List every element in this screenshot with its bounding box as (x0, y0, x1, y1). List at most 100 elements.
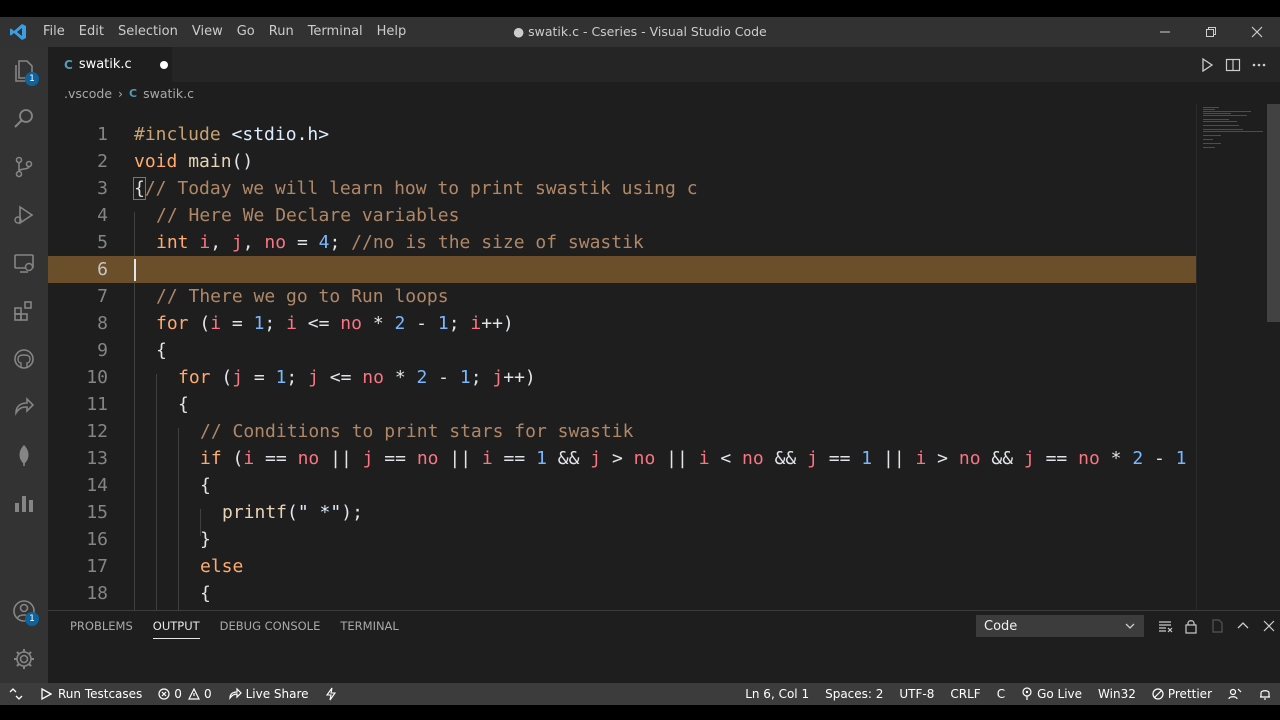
menu-edit[interactable]: Edit (72, 17, 111, 47)
code-line[interactable]: 5 int i, j, no = 4; //no is the size of … (48, 229, 1196, 256)
menu-help[interactable]: Help (370, 17, 414, 47)
search-icon (14, 109, 33, 128)
split-editor-icon (1225, 58, 1241, 71)
vscode-window: File Edit Selection View Go Run Terminal… (0, 17, 1280, 705)
lightning-button[interactable] (317, 683, 345, 705)
close-window-button[interactable] (1234, 17, 1280, 47)
close-panel-button[interactable] (1256, 615, 1280, 637)
bottom-panel: PROBLEMS OUTPUT DEBUG CONSOLE TERMINAL C… (48, 610, 1280, 684)
run-code-button[interactable] (1194, 52, 1220, 78)
remote-indicator-button[interactable] (0, 683, 32, 705)
line-number: 18 (86, 583, 108, 604)
live-share-button[interactable] (0, 383, 48, 431)
line-number: 3 (97, 178, 108, 199)
breadcrumb-file[interactable]: swatik.c (143, 86, 194, 101)
minimap-line (1203, 107, 1219, 108)
lock-icon (1185, 620, 1197, 634)
code-line[interactable]: 15 printf(" *"); (48, 499, 1196, 526)
scrollbar-thumb[interactable] (1267, 104, 1280, 322)
code-line[interactable]: 3 {// Today we will learn how to print s… (48, 175, 1196, 202)
menu-bar: File Edit Selection View Go Run Terminal… (36, 17, 413, 47)
error-icon (158, 688, 170, 700)
github-button[interactable] (0, 335, 48, 383)
platform[interactable]: Win32 (1090, 683, 1144, 705)
vertical-scrollbar[interactable] (1266, 104, 1280, 610)
problems-status-button[interactable]: 0 0 (150, 683, 219, 705)
warning-count: 0 (203, 687, 212, 701)
live-share-status-button[interactable]: Live Share (220, 683, 317, 705)
extensions-button[interactable] (0, 287, 48, 335)
code-line[interactable]: 2 void main() (48, 148, 1196, 175)
output-channel-select[interactable]: Code (976, 615, 1144, 637)
run-testcases-button[interactable]: Run Testcases (32, 683, 150, 705)
code-line[interactable]: 7 // There we go to Run loops (48, 283, 1196, 310)
explorer-button[interactable]: 1 (0, 47, 48, 95)
tab-output[interactable]: OUTPUT (152, 611, 200, 641)
code-line[interactable]: 10 for (j = 1; j <= no * 2 - 1; j ++) (48, 364, 1196, 391)
code-line[interactable]: 8 for (i = 1; i <= no * 2 - 1; i ++) (48, 310, 1196, 337)
code-line[interactable]: 12 // Conditions to print stars for swas… (48, 418, 1196, 445)
line-number: 4 (97, 205, 108, 226)
code-editor[interactable]: 1 #include <stdio.h> 2 void main() 3 {//… (48, 104, 1196, 610)
language-mode[interactable]: C (989, 683, 1013, 705)
minimap[interactable] (1196, 104, 1267, 610)
c-file-icon: C (129, 86, 138, 100)
restore-button[interactable] (1188, 17, 1234, 47)
end-of-line[interactable]: CRLF (942, 683, 988, 705)
cursor-position[interactable]: Ln 6, Col 1 (737, 683, 817, 705)
clear-output-button[interactable] (1152, 615, 1178, 637)
split-editor-button[interactable] (1220, 52, 1246, 78)
minimap-line (1203, 147, 1215, 148)
tab-terminal[interactable]: TERMINAL (340, 611, 398, 641)
menu-selection[interactable]: Selection (111, 17, 185, 47)
encoding[interactable]: UTF-8 (891, 683, 942, 705)
code-line[interactable]: 9 { (48, 337, 1196, 364)
output-channel-value: Code (984, 618, 1018, 634)
tab-swatik-c[interactable]: C swatik.c (48, 47, 172, 82)
menu-run[interactable]: Run (262, 17, 301, 47)
source-control-button[interactable] (0, 143, 48, 191)
maximize-panel-button[interactable] (1230, 615, 1256, 637)
more-icon (1252, 63, 1266, 66)
prettier-button[interactable]: Prettier (1144, 683, 1220, 705)
menu-view[interactable]: View (185, 17, 230, 47)
indentation[interactable]: Spaces: 2 (817, 683, 891, 705)
menu-terminal[interactable]: Terminal (301, 17, 370, 47)
code-line[interactable]: 11 { (48, 391, 1196, 418)
more-actions-button[interactable] (1246, 52, 1272, 78)
breadcrumb: .vscode › C swatik.c (48, 82, 1280, 104)
tab-debug-console[interactable]: DEBUG CONSOLE (220, 611, 321, 641)
code-line[interactable]: 1 #include <stdio.h> (48, 121, 1196, 148)
code-line[interactable]: 13 if (i == no || j == no || i == 1 && j… (48, 445, 1196, 472)
minimap-line (1203, 129, 1243, 130)
minimize-button[interactable] (1142, 17, 1188, 47)
notifications-button[interactable] (1250, 683, 1280, 705)
code-line[interactable]: 16 } (48, 526, 1196, 553)
run-debug-button[interactable] (0, 191, 48, 239)
open-in-editor-button[interactable] (1204, 615, 1230, 637)
analytics-button[interactable] (0, 479, 48, 527)
line-number: 9 (97, 340, 108, 361)
mongodb-button[interactable] (0, 431, 48, 479)
accounts-button[interactable]: 1 (0, 587, 48, 635)
chevron-right-icon: › (118, 85, 124, 101)
go-live-button[interactable]: Go Live (1013, 683, 1090, 705)
tab-problems[interactable]: PROBLEMS (70, 611, 133, 641)
menu-file[interactable]: File (36, 17, 72, 47)
feedback-button[interactable] (1220, 683, 1250, 705)
search-button[interactable] (0, 95, 48, 143)
minimap-line (1203, 119, 1229, 120)
remote-explorer-button[interactable] (0, 239, 48, 287)
breadcrumb-folder[interactable]: .vscode (64, 86, 112, 101)
manage-button[interactable] (0, 635, 48, 683)
code-line[interactable]: 17 else (48, 553, 1196, 580)
code-line[interactable]: 14 { (48, 472, 1196, 499)
clear-output-icon (1159, 621, 1173, 633)
menu-go[interactable]: Go (230, 17, 262, 47)
unsaved-dot-icon[interactable] (159, 60, 168, 69)
warning-icon (187, 688, 200, 700)
lock-scroll-button[interactable] (1178, 615, 1204, 637)
current-code-line[interactable]: 6 (48, 256, 1196, 283)
code-line[interactable]: 4 // Here We Declare variables (48, 202, 1196, 229)
code-line[interactable]: 18 { (48, 580, 1196, 607)
